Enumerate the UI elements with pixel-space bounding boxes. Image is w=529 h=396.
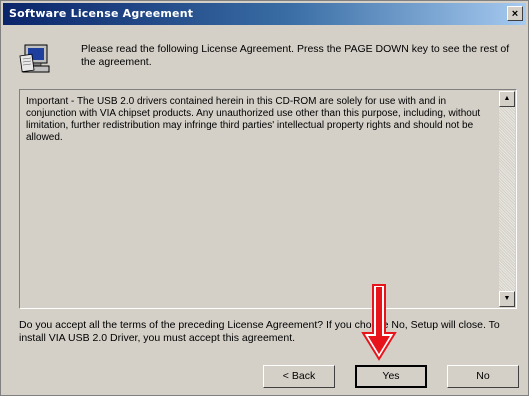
back-button-label: < Back: [282, 370, 316, 382]
yes-button[interactable]: Yes: [355, 365, 427, 388]
scroll-down-button[interactable]: ▼: [499, 291, 515, 307]
close-icon: ×: [511, 8, 519, 20]
installer-computer-icon: [19, 44, 50, 73]
yes-button-label: Yes: [382, 370, 400, 382]
agreement-textbox[interactable]: Important - The USB 2.0 drivers containe…: [19, 89, 517, 309]
accept-question: Do you accept all the terms of the prece…: [19, 319, 500, 344]
agreement-scrollbar[interactable]: ▲ ▼: [499, 91, 515, 307]
no-button[interactable]: No: [447, 365, 519, 388]
window-title: Software License Agreement: [9, 7, 194, 20]
instructions-text: Please read the following License Agreem…: [81, 43, 510, 68]
title-bar[interactable]: Software License Agreement ×: [3, 3, 526, 25]
close-button[interactable]: ×: [507, 6, 523, 21]
scroll-up-button[interactable]: ▲: [499, 91, 515, 107]
scroll-down-icon: ▼: [503, 295, 511, 302]
red-arrow-down-icon: [361, 284, 397, 361]
license-dialog: Software License Agreement × Please read…: [0, 0, 529, 396]
agreement-text: Important - The USB 2.0 drivers containe…: [26, 96, 481, 143]
scroll-up-icon: ▲: [503, 95, 511, 102]
no-button-label: No: [476, 370, 490, 382]
back-button[interactable]: < Back: [263, 365, 335, 388]
